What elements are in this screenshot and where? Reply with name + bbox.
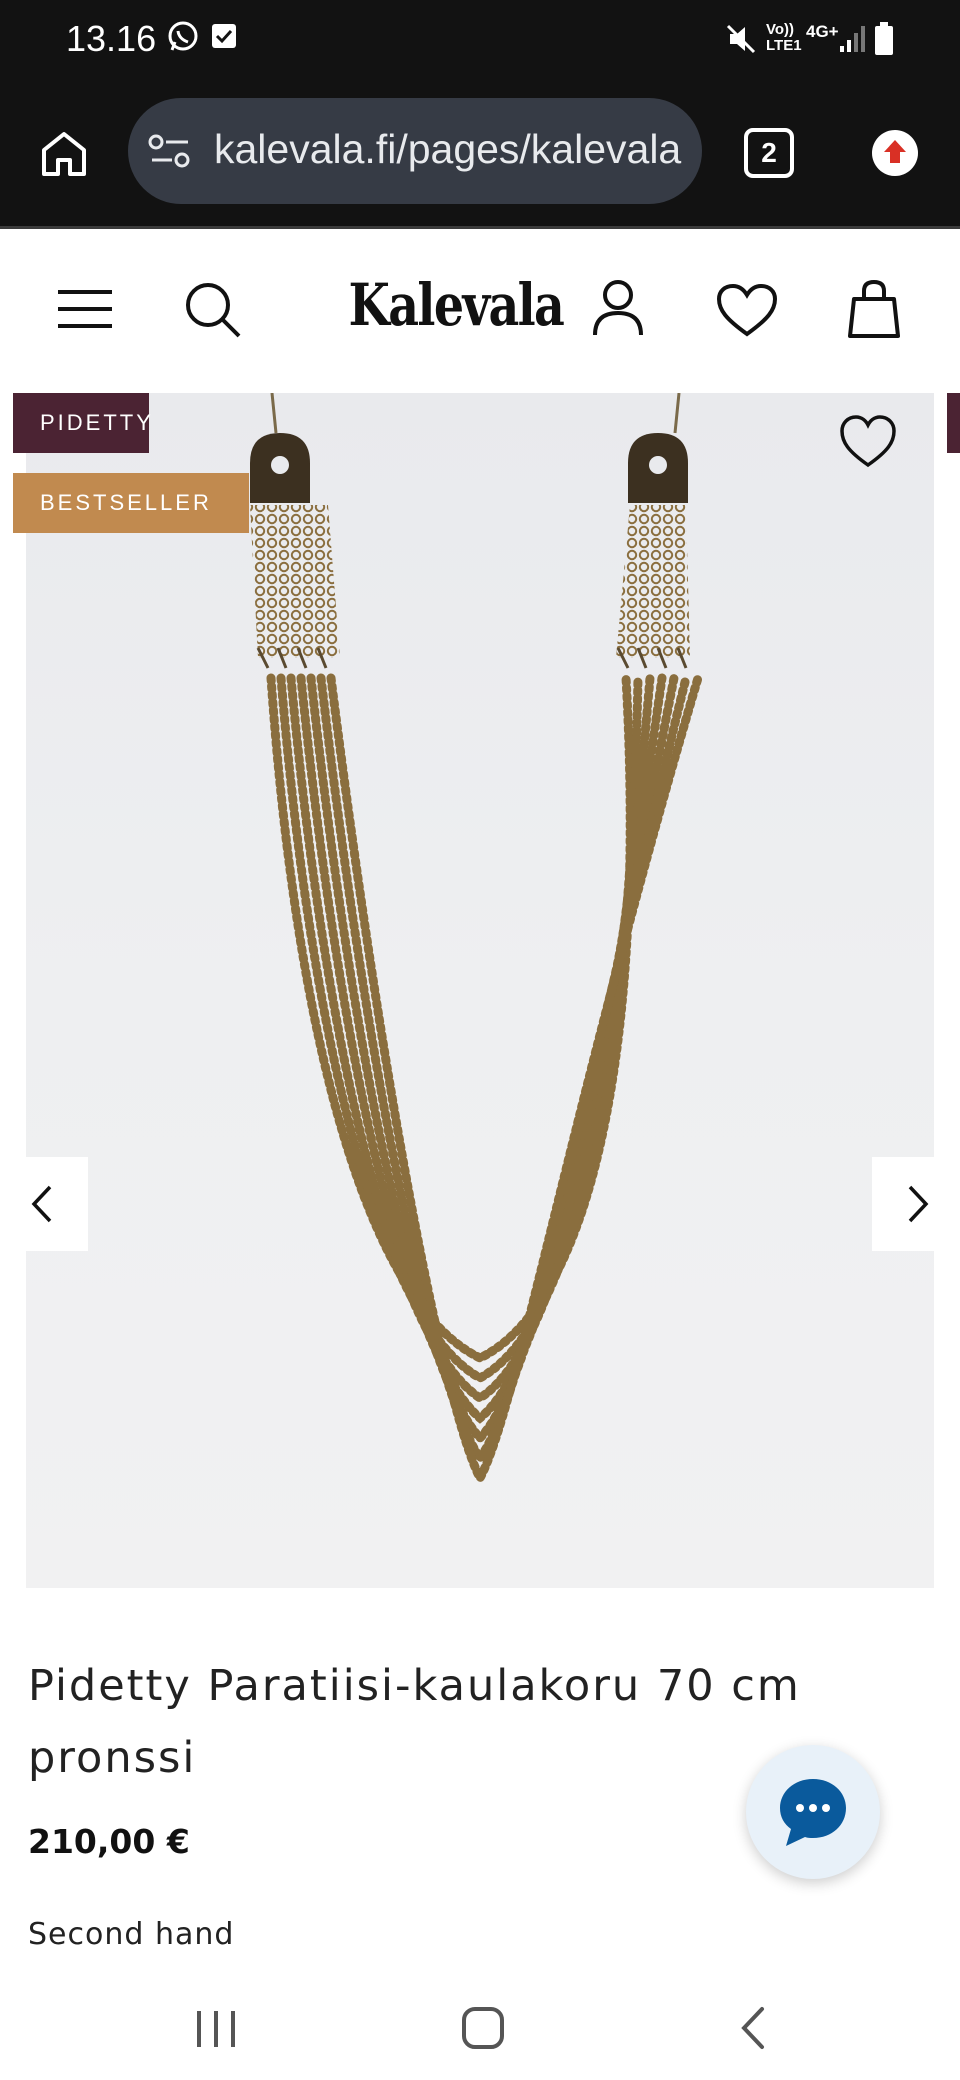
chat-button[interactable] [746, 1745, 880, 1879]
recent-apps-icon[interactable] [194, 2007, 238, 2051]
product-gallery[interactable]: PIDETTY BESTSELLER [0, 393, 960, 1589]
chat-bubble-icon [780, 1779, 846, 1846]
necklace-image [250, 393, 703, 1488]
search-icon[interactable] [184, 281, 242, 339]
check-box-icon [212, 24, 236, 48]
next-image-edge [947, 393, 960, 453]
signal-icon [840, 26, 865, 52]
mute-icon [726, 24, 756, 54]
browser-toolbar: kalevala.fi/pages/kalevala 2 [0, 80, 960, 229]
next-image-button[interactable] [872, 1157, 934, 1251]
back-icon[interactable] [736, 2005, 770, 2051]
previous-image-button[interactable] [26, 1157, 88, 1251]
address-bar[interactable]: kalevala.fi/pages/kalevala [128, 98, 702, 204]
product-condition: Second hand [28, 1917, 235, 1952]
home-nav-icon[interactable] [460, 2005, 506, 2051]
site-settings-icon[interactable] [148, 132, 192, 172]
chevron-left-icon [31, 1185, 52, 1223]
battery-icon [875, 22, 893, 55]
badge-bestseller: BESTSELLER [13, 473, 249, 533]
home-icon[interactable] [38, 128, 90, 180]
volte-label: Vo)) LTE1 [766, 21, 802, 54]
account-icon[interactable] [592, 279, 644, 337]
kalevala-logo[interactable]: Kalevala [349, 271, 565, 339]
chevron-right-icon [908, 1185, 929, 1223]
update-icon [884, 140, 906, 163]
status-time: 13.16 [66, 18, 157, 59]
wishlist-icon[interactable] [716, 283, 778, 337]
site-header: Kalevala [0, 229, 960, 391]
update-button[interactable] [872, 130, 918, 176]
badge-pidetty: PIDETTY [13, 393, 151, 453]
status-bar: 13.16 Vo)) LTE1 4G+ [0, 0, 960, 80]
whatsapp-icon [168, 21, 198, 51]
cart-icon[interactable] [848, 279, 900, 339]
url-text: kalevala.fi/pages/kalevala [214, 126, 682, 172]
product-price: 210,00 € [28, 1822, 190, 1861]
tab-switcher-button[interactable]: 2 [744, 128, 794, 178]
menu-icon[interactable] [58, 289, 112, 329]
add-to-wishlist-icon[interactable] [838, 413, 898, 469]
system-navigation-bar [0, 1975, 960, 2080]
product-image[interactable] [26, 393, 934, 1588]
network-label: 4G+ [806, 22, 839, 41]
